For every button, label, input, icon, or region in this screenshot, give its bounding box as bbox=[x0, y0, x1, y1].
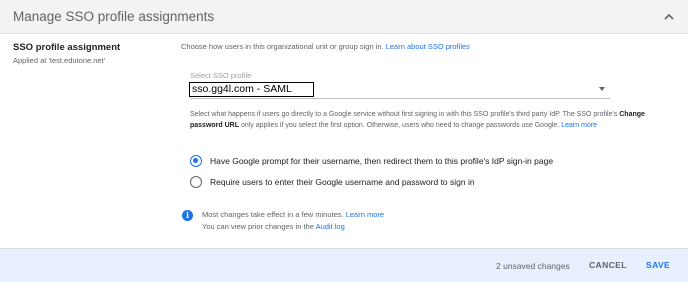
radio-label: Have Google prompt for their username, t… bbox=[210, 156, 554, 166]
sso-profile-select[interactable]: sso.gg4l.com - SAML bbox=[189, 82, 314, 97]
action-footer: 2 unsaved changes CANCEL SAVE bbox=[0, 248, 688, 282]
radio-label: Require users to enter their Google user… bbox=[210, 177, 475, 187]
radio-button[interactable] bbox=[190, 176, 202, 188]
save-button[interactable]: SAVE bbox=[646, 260, 670, 270]
dropdown-arrow-icon[interactable] bbox=[599, 87, 605, 91]
note-text: Most changes take effect in a few minute… bbox=[202, 210, 385, 219]
setting-title: SSO profile assignment bbox=[13, 42, 121, 53]
select-underline bbox=[190, 98, 610, 99]
sso-info-text: Select what happens if users go directly… bbox=[190, 111, 645, 129]
note-learn-more-link[interactable]: Learn more bbox=[346, 210, 384, 219]
unsaved-changes-count: 2 unsaved changes bbox=[496, 261, 570, 271]
radio-option-google-credentials[interactable]: Require users to enter their Google user… bbox=[190, 175, 475, 189]
radio-button-selected[interactable] bbox=[190, 155, 202, 167]
cancel-button[interactable]: CANCEL bbox=[589, 260, 627, 270]
audit-log-link[interactable]: Audit log bbox=[316, 222, 345, 231]
setting-description: Choose how users in this organizational … bbox=[181, 42, 470, 51]
section-title: Manage SSO profile assignments bbox=[13, 9, 215, 24]
applied-at-text: Applied at 'test.edutone.net' bbox=[13, 56, 106, 65]
learn-more-link[interactable]: Learn more bbox=[561, 122, 597, 129]
select-sso-profile-label: Select SSO profile bbox=[190, 71, 252, 80]
learn-about-sso-profiles-link[interactable]: Learn about SSO profiles bbox=[386, 42, 470, 51]
radio-option-google-prompt[interactable]: Have Google prompt for their username, t… bbox=[190, 154, 553, 168]
info-icon: i bbox=[182, 210, 193, 221]
section-header[interactable]: Manage SSO profile assignments bbox=[0, 0, 688, 34]
audit-log-text: You can view prior changes in the Audit … bbox=[202, 222, 345, 231]
chevron-up-icon[interactable] bbox=[662, 10, 676, 24]
